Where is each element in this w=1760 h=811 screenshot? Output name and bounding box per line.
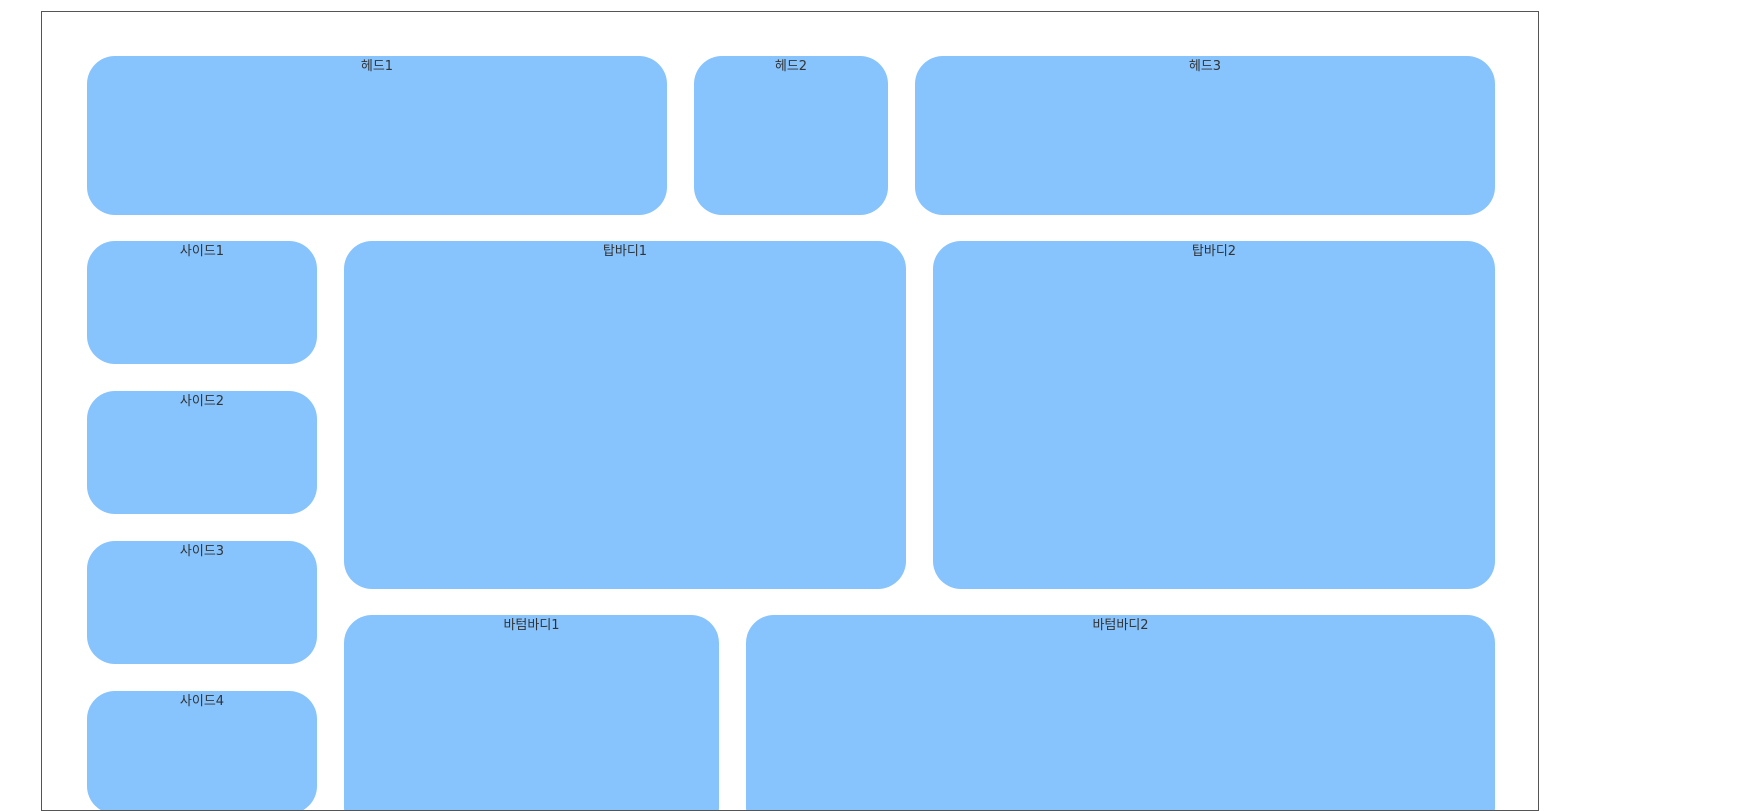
side3-label: 사이드3	[179, 544, 225, 559]
bottom-body2-label: 바텀바디2	[1092, 618, 1149, 633]
side4-box: 사이드4	[87, 691, 317, 810]
top-body1-box: 탑바디1	[344, 241, 906, 589]
bottom-body2-box: 바텀바디2	[746, 615, 1495, 810]
bottom-body1-box: 바텀바디1	[344, 615, 719, 810]
head2-label: 헤드2	[774, 59, 808, 74]
side1-label: 사이드1	[179, 244, 225, 259]
head3-box: 헤드3	[915, 56, 1495, 215]
top-body2-label: 탑바디2	[1191, 244, 1237, 259]
head2-box: 헤드2	[694, 56, 888, 215]
head3-label: 헤드3	[1188, 59, 1222, 74]
side2-box: 사이드2	[87, 391, 317, 514]
top-body2-box: 탑바디2	[933, 241, 1495, 589]
head1-box: 헤드1	[87, 56, 667, 215]
side1-box: 사이드1	[87, 241, 317, 364]
side2-label: 사이드2	[179, 394, 225, 409]
side3-box: 사이드3	[87, 541, 317, 664]
bottom-body1-label: 바텀바디1	[503, 618, 560, 633]
top-body1-label: 탑바디1	[602, 244, 648, 259]
side4-label: 사이드4	[179, 694, 225, 709]
head1-label: 헤드1	[360, 59, 394, 74]
layout-frame: 헤드1 헤드2 헤드3 사이드1 사이드2 사이드3 사이드4 탑바디1 탑바디…	[41, 11, 1539, 811]
